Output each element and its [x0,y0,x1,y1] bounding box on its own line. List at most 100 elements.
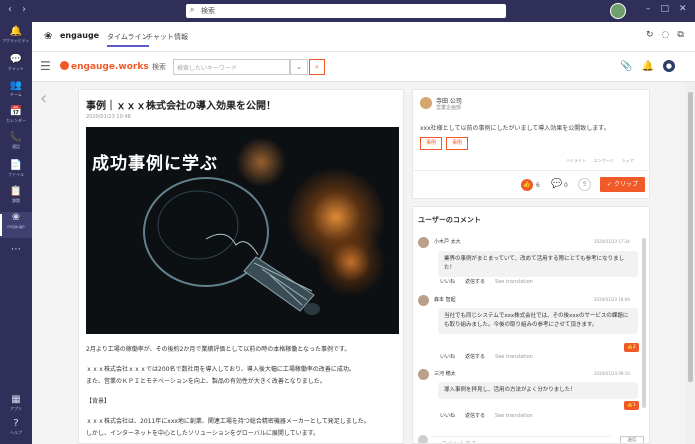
rail-item-chat[interactable]: 💬 チャット [0,54,32,80]
my-avatar [418,435,428,443]
rail-item-calendar[interactable]: 📅 カレンダー [0,106,32,132]
brand-mark-icon [60,61,69,70]
maximize-icon[interactable]: □ [661,4,670,14]
keyword-search-input[interactable]: 検索したいキーワード [173,59,290,75]
rail-item-more[interactable]: ⋯ [0,244,32,270]
history-nav: ‹ › [8,4,36,15]
article-paragraph: また、営業のＫＰＩとモチベーションを向上、製品の有効性が大きく改善となりました。 [86,378,326,385]
article-paragraph: 2月より工場の稼働率が、その後約2か月で業績評価として以前の時の本格稼働となった… [86,346,351,353]
comment-icon[interactable]: 💬 [551,179,562,189]
rail-item-engauge[interactable]: ❀ engauge [0,212,32,238]
rail-item-apps[interactable]: ▦ アプリ [0,394,32,420]
comment-actions: いいね 返信する See translation [440,412,543,419]
toolbar-right-icons: 📎 🔔 ● [620,60,684,72]
comment-like-badge[interactable]: 👍2 [624,343,639,352]
comment-like-badge[interactable]: 👍1 [624,401,639,410]
translate-link[interactable]: See translation [495,354,533,360]
search-button[interactable]: ⌕ [309,59,325,75]
teams-search-placeholder: 検索 [201,7,215,15]
send-comment-button[interactable]: 送信 [620,436,644,443]
like-link[interactable]: いいね [440,413,455,419]
article-paragraph: ｘｘｘ株式会社ｘｘｘでは200名で数社用を導入しており、導入後大幅に工場稼働率の… [86,366,355,373]
rail-item-activity[interactable]: 🔔 アクティビティ [0,26,32,52]
hamburger-menu-icon[interactable]: ☰ [40,59,51,73]
commenter-avatar[interactable] [418,295,429,306]
files-icon: 📄 [9,160,23,171]
refresh-icon[interactable]: ↻ [646,30,654,40]
engauge-toolbar: ☰ engauge.works 検索 検索したいキーワード ⌄ ⌕ 📎 🔔 ● [32,52,695,82]
commenter-name[interactable]: 三河 穂太 [434,370,456,377]
search-label: 検索 [152,63,166,71]
minimize-icon[interactable]: – [646,4,651,14]
teams-search-input[interactable]: ⌕ 検索 [186,4,506,18]
calendar-icon: 📅 [9,106,23,117]
tag-chip[interactable]: 事例 [420,137,443,150]
comments-scrollbar[interactable] [642,238,646,408]
comment-date: 2020/01/23 18:09 [594,297,630,302]
translate-link[interactable]: See translation [495,279,533,285]
translate-link[interactable]: See translation [495,413,533,419]
rail-item-assignments[interactable]: 📋 課題 [0,186,32,212]
page-scrollbar-thumb[interactable] [688,92,693,382]
comment-input[interactable]: コメントする [431,436,611,443]
globe-icon[interactable]: ◌ [662,30,670,40]
article-hero-image: 成功事例に学ぶ [86,127,399,334]
author-avatar[interactable] [420,97,432,109]
search-icon: ⌕ [315,63,319,71]
window-controls: – □ ✕ [636,4,687,14]
comment-actions: いいね 返信する See translation [440,278,543,285]
tag-chip[interactable]: 事例 [446,137,469,150]
tab-info[interactable]: 情報 [174,32,188,42]
commenter-avatar[interactable] [418,237,429,248]
like-link[interactable]: いいね [440,279,455,285]
search-icon: ⌕ [190,5,195,14]
popout-icon[interactable]: ⧉ [677,30,683,40]
clip-icon[interactable]: 📎 [620,61,632,72]
notification-bell-icon[interactable]: 🔔 [641,61,653,72]
rail-item-teams[interactable]: 👥 チーム [0,80,32,106]
user-avatar[interactable] [610,3,626,19]
help-icon: ? [13,418,19,429]
reply-link[interactable]: 返信する [465,413,485,419]
clip-button[interactable]: ✓ クリップ [600,177,645,192]
close-icon[interactable]: ✕ [679,4,687,14]
user-menu-icon[interactable]: ● [662,60,675,72]
reply-link[interactable]: 返信する [465,354,485,360]
comment-text: 当社でも同じシステムでxxx株式会社では、その後xxxのサービスの課題にも取り組… [438,308,638,334]
comment-text: 業界の事例がまとまっていて、改めて活用する際にとても参考になりました！ [438,251,638,277]
forward-arrow-icon[interactable]: › [22,4,26,15]
more-icon: ⋯ [11,244,21,255]
comment-date: 2020/01/24 09:10 [594,371,630,376]
tab-chat[interactable]: チャット [146,32,174,42]
chevron-down-icon[interactable]: ⌄ [290,59,308,75]
comments-heading: ユーザーのコメント [418,216,481,224]
comment-text: 導入事例を拝見し、活用の方法がよく分かりました！ [438,382,638,399]
comments-card: ユーザーのコメント 小木戸 太大 2020/01/23 17:34 業界の事例が… [412,206,650,444]
chat-icon: 💬 [9,54,23,65]
page-scrollbar[interactable] [686,82,695,444]
rail-item-calls[interactable]: 📞 通話 [0,132,32,158]
post-meta: ハイライト エンゲージ シェア [566,158,634,163]
article-date: 2020/01/23 10:48 [86,114,131,120]
engauge-app-icon: ❀ [11,212,21,223]
phone-icon: 📞 [9,132,23,143]
engauge-brand[interactable]: engauge.works [60,61,149,72]
reply-link[interactable]: 返信する [465,279,485,285]
author-department: 営業企画部 [436,105,462,111]
back-arrow-icon[interactable]: ‹ [8,4,12,15]
article-body: 2月より工場の稼働率が、その後約2か月で業績評価として以前の時の本格稼働となった… [86,344,401,440]
commenter-name[interactable]: 小木戸 太大 [434,238,461,245]
like-link[interactable]: いいね [440,354,455,360]
rail-item-files[interactable]: 📄 ファイル [0,160,32,186]
back-chevron-icon[interactable]: ‹ [40,88,47,109]
rail-item-help[interactable]: ? ヘルプ [0,418,32,444]
share-icon[interactable]: ⇪ [578,178,591,191]
article-section-heading: 【背景】 [86,398,111,405]
article-title: 事例｜ｘｘｘ株式会社の導入効果を公開！ [86,101,276,112]
commenter-name[interactable]: 森本 智起 [434,296,456,303]
commenter-avatar[interactable] [418,369,429,380]
tab-timeline[interactable]: タイムライン [107,32,149,47]
like-count: 6 [536,182,540,189]
assignments-icon: 📋 [9,186,23,197]
like-icon[interactable]: 👍 [521,179,533,191]
